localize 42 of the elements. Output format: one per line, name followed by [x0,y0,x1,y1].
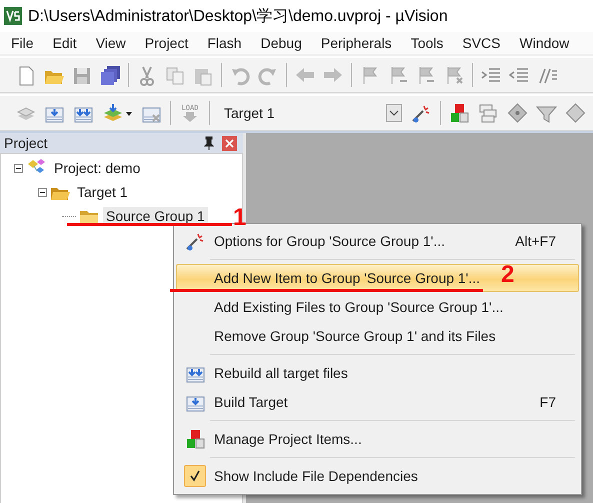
collapse-toggle[interactable] [38,188,47,196]
menu-bar-item[interactable]: Edit [44,35,87,51]
menu-bar-item[interactable]: Peripherals [312,35,402,51]
blocks-icon[interactable] [449,102,470,124]
menu-item[interactable]: Build Target F7 [176,388,579,416]
dropdown-button[interactable] [386,104,402,122]
step-number: 2 [501,263,514,287]
close-button[interactable] [222,136,237,150]
copy-icon[interactable] [165,64,185,86]
menu-bar-item[interactable]: SVCS [453,35,510,51]
app-icon [4,7,22,25]
menu-bar-item[interactable]: View [86,35,136,51]
window-title: D:\Users\Administrator\Desktop\学习\demo.uvproj - µVision [28,6,448,26]
step-number: 1 [233,206,246,230]
tree-item[interactable]: Target 1 [74,183,131,201]
menu-bar-item[interactable]: File [2,35,44,51]
menu-bar-item[interactable]: Debug [252,35,312,51]
menu-item[interactable]: Remove Group 'Source Group 1' and its Files [176,322,579,350]
chevron-down-icon [389,110,399,116]
windows-icon[interactable] [478,102,499,124]
panel-title: Project [4,135,49,151]
blocks-icon [184,428,206,450]
download-arrow-icon [182,112,198,122]
target-select[interactable]: Target 1 [218,105,384,121]
menu-item[interactable]: Show Include File Dependencies [176,462,579,490]
collapse-toggle[interactable] [14,164,23,172]
menu-item[interactable]: Options for Group 'Source Group 1'... Alt+F7 [176,227,579,255]
pin-icon[interactable] [204,136,214,150]
save-all-icon[interactable] [100,64,120,86]
menu-item[interactable]: Add Existing Files to Group 'Source Group 1'... [176,293,579,321]
diamond-icon[interactable] [565,102,586,124]
menu-bar-item[interactable]: Flash [198,35,252,51]
menu-item[interactable]: Manage Project Items... [176,425,579,453]
tree-item[interactable]: Project: demo [51,159,144,177]
batch-build-icon[interactable] [102,102,123,124]
diamond-icon[interactable] [507,102,528,124]
menu-bar-item[interactable]: Window [510,35,580,51]
cut-icon[interactable] [137,64,157,86]
close-icon [225,138,234,148]
menu-bar-item[interactable]: Tools [402,35,454,51]
menu-bar-item[interactable]: Project [136,35,198,51]
menu-item[interactable]: Rebuild all target files [176,359,579,387]
